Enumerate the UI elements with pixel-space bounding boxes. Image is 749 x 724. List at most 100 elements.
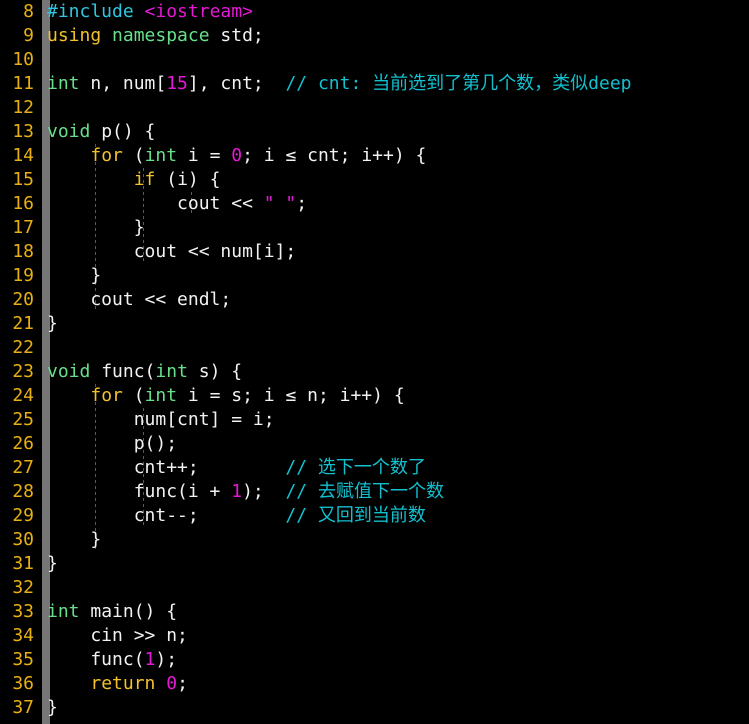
code-line[interactable]: 11 int n, num[15], cnt; // cnt: 当前选到了第几个数… <box>0 72 749 96</box>
code-text[interactable]: p(); <box>47 432 177 456</box>
line-number: 18 <box>12 241 34 262</box>
code-text[interactable]: } <box>47 696 58 720</box>
code-line[interactable]: 22 <box>0 336 749 360</box>
code-text[interactable]: } <box>47 216 145 240</box>
line-number: 22 <box>12 337 34 358</box>
code-line[interactable]: 28 func(i + 1); // 去赋值下一个数 <box>0 480 749 504</box>
code-text[interactable]: } <box>47 552 58 576</box>
code-token: } <box>47 313 58 334</box>
code-text[interactable]: if (i) { <box>47 168 221 192</box>
code-token: int <box>155 361 188 382</box>
code-token: namespace <box>112 25 210 46</box>
line-number: 36 <box>12 673 34 694</box>
code-text[interactable]: } <box>47 264 101 288</box>
code-text[interactable]: } <box>47 312 58 336</box>
line-number: 17 <box>12 217 34 238</box>
code-text[interactable]: cin >> n; <box>47 624 188 648</box>
code-token: func( <box>47 649 145 670</box>
line-number: 33 <box>12 601 34 622</box>
code-line[interactable]: 30 } <box>0 528 749 552</box>
code-line[interactable]: 32 <box>0 576 749 600</box>
code-text[interactable]: func(1); <box>47 648 177 672</box>
code-line[interactable]: 26 p(); <box>0 432 749 456</box>
code-line[interactable]: 23 void func(int s) { <box>0 360 749 384</box>
code-token: } <box>47 265 102 286</box>
line-number: 31 <box>12 553 34 574</box>
code-line[interactable]: 33 int main() { <box>0 600 749 624</box>
code-line[interactable]: 31} <box>0 552 749 576</box>
code-token: (i) { <box>155 169 221 190</box>
line-number: 37 <box>12 697 34 718</box>
code-token: p() { <box>90 121 156 142</box>
code-text[interactable]: num[cnt] = i; <box>47 408 275 432</box>
code-token: cout << endl; <box>47 289 232 310</box>
code-line[interactable]: 17 } <box>0 216 749 240</box>
code-line[interactable]: 24 for (int i = s; i ≤ n; i++) { <box>0 384 749 408</box>
code-line[interactable]: 14 for (int i = 0; i ≤ cnt; i++) { <box>0 144 749 168</box>
line-number: 27 <box>12 457 34 478</box>
code-text[interactable]: cout << endl; <box>47 288 231 312</box>
code-token: i = s; i ≤ n; i++) { <box>177 385 405 406</box>
code-token: cout << <box>47 193 264 214</box>
line-number: 30 <box>12 529 34 550</box>
code-token: cnt--; <box>47 505 286 526</box>
code-text[interactable]: void p() { <box>47 120 155 144</box>
code-line[interactable]: 16 cout << " "; <box>0 192 749 216</box>
code-line[interactable]: 19 } <box>0 264 749 288</box>
code-token: func( <box>90 361 156 382</box>
code-token: // cnt: 当前选到了第几个数，类似deep <box>285 73 632 94</box>
code-line[interactable]: 36 return 0; <box>0 672 749 696</box>
line-number: 23 <box>12 361 34 382</box>
code-text[interactable]: func(i + 1); // 去赋值下一个数 <box>47 480 444 504</box>
code-text[interactable]: cnt++; // 选下一个数了 <box>47 456 426 480</box>
line-number: 15 <box>12 169 34 190</box>
code-line[interactable]: 35 func(1); <box>0 648 749 672</box>
code-line[interactable]: 10 <box>0 48 749 72</box>
code-line[interactable]: 27 cnt++; // 选下一个数了 <box>0 456 749 480</box>
code-text[interactable]: cout << num[i]; <box>47 240 297 264</box>
code-text[interactable]: cnt--; // 又回到当前数 <box>47 504 426 528</box>
code-token: } <box>47 217 145 238</box>
code-line[interactable]: 8 #include <iostream> <box>0 0 749 24</box>
code-line[interactable]: 21} <box>0 312 749 336</box>
line-number: 28 <box>12 481 34 502</box>
line-number: 34 <box>12 625 34 646</box>
code-line[interactable]: 34 cin >> n; <box>0 624 749 648</box>
code-text[interactable]: using namespace std; <box>47 24 264 48</box>
code-line[interactable]: 37} <box>0 696 749 720</box>
code-token: 1 <box>144 649 156 670</box>
code-token: void <box>47 361 91 382</box>
code-text[interactable]: #include <iostream> <box>47 0 253 24</box>
code-token: // 去赋值下一个数 <box>285 481 444 502</box>
code-text[interactable]: for (int i = s; i ≤ n; i++) { <box>47 384 405 408</box>
code-token: for <box>90 385 123 406</box>
code-text[interactable]: cout << " "; <box>47 192 307 216</box>
code-text[interactable]: void func(int s) { <box>47 360 242 384</box>
code-token: } <box>47 553 58 574</box>
code-token: cout << num[i]; <box>47 241 297 262</box>
code-token: int <box>47 73 80 94</box>
code-token: cnt++; <box>47 457 286 478</box>
code-text[interactable]: for (int i = 0; i ≤ cnt; i++) { <box>47 144 426 168</box>
code-line[interactable]: 12 <box>0 96 749 120</box>
code-text[interactable]: int n, num[15], cnt; // cnt: 当前选到了第几个数，类… <box>47 72 632 96</box>
code-line[interactable]: 29 cnt--; // 又回到当前数 <box>0 504 749 528</box>
code-line[interactable]: 9 using namespace std; <box>0 24 749 48</box>
code-token: for <box>90 145 123 166</box>
code-line[interactable]: 18 cout << num[i]; <box>0 240 749 264</box>
code-line[interactable]: 13 void p() { <box>0 120 749 144</box>
code-editor[interactable]: 8 #include <iostream> 9 using namespace std… <box>0 0 749 724</box>
code-text[interactable]: int main() { <box>47 600 177 624</box>
code-line[interactable]: 25 num[cnt] = i; <box>0 408 749 432</box>
code-line[interactable]: 15 if (i) { <box>0 168 749 192</box>
code-text[interactable]: } <box>47 528 101 552</box>
code-text[interactable]: return 0; <box>47 672 188 696</box>
line-number: 24 <box>12 385 34 406</box>
code-lines-container[interactable]: 8 #include <iostream> 9 using namespace std… <box>0 0 749 720</box>
code-line[interactable]: 20 cout << endl; <box>0 288 749 312</box>
code-token: } <box>47 697 58 718</box>
